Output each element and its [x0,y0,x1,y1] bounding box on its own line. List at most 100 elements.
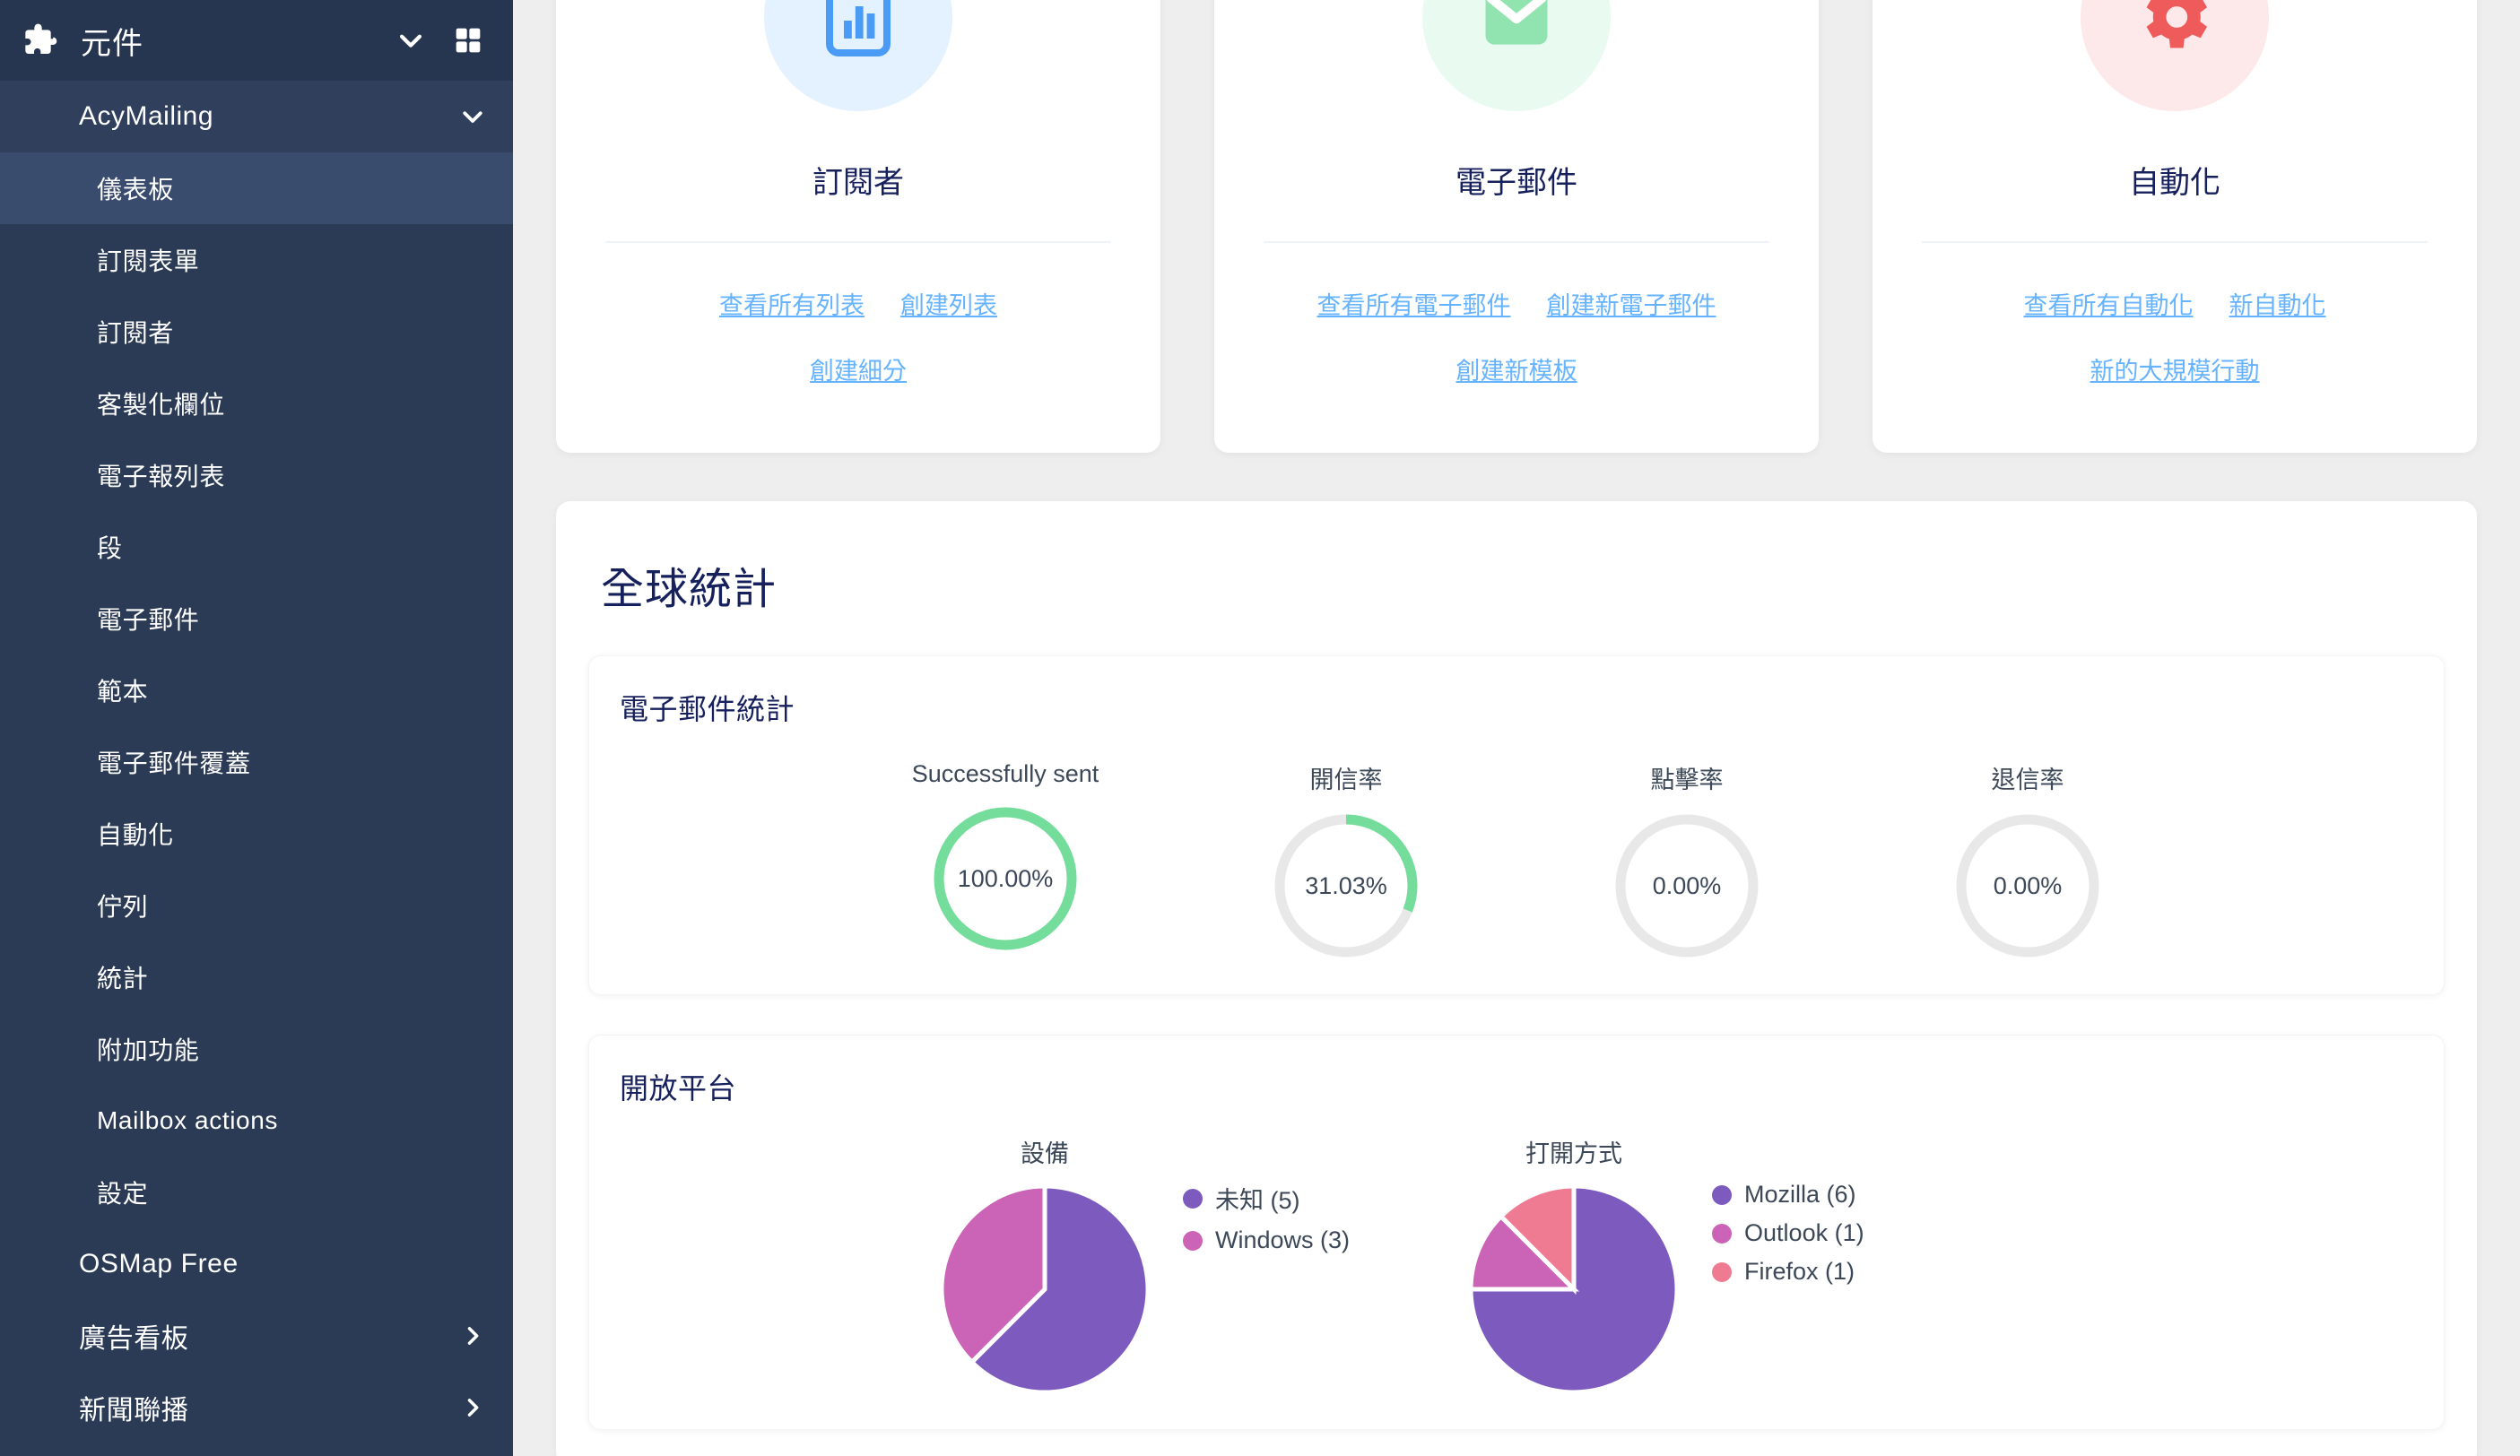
chevron-right-icon [459,1394,486,1421]
card-title: 訂閱者 [812,166,904,200]
card-title: 電子郵件 [1456,166,1577,200]
gauge-value: 31.03% [1305,871,1387,899]
sidebar-item-subscription-forms[interactable]: 訂閱表單 [0,224,513,296]
sidebar-item-label: 訂閱表單 [97,247,200,275]
view-all-automations-link[interactable]: 查看所有自動化 [2024,286,2194,321]
legend-label: Firefox (1) [1744,1258,1855,1285]
sidebar-item-addons[interactable]: 附加功能 [0,1013,513,1085]
sidebar-item-label: 設定 [97,1180,149,1208]
sidebar-item-label: OSMap Free [79,1249,239,1278]
new-mass-action-link[interactable]: 新的大規模行動 [2090,351,2260,386]
sidebar-item-custom-fields[interactable]: 客製化欄位 [0,368,513,439]
gauge-successfully-sent: Successfully sent 100.00% [902,760,1108,962]
sidebar-item-templates[interactable]: 範本 [0,654,513,726]
sidebar-item-label: 自動化 [97,821,174,849]
legend-swatch-icon [1183,1230,1203,1251]
sidebar-header: 元件 [0,0,513,81]
sidebar-item-queue[interactable]: 佇列 [0,870,513,941]
sidebar-item-banners[interactable]: 廣告看板 [0,1300,513,1372]
sidebar-item-automation[interactable]: 自動化 [0,798,513,870]
global-statistics-panel: 全球統計 電子郵件統計 Successfully sent 100.00% 開信… [556,501,2477,1456]
email-statistics-card: 電子郵件統計 Successfully sent 100.00% 開信率 31.… [588,655,2445,995]
sidebar: 元件 AcyMailing 儀表板 訂閱表單 訂閱者 客製化欄位 電子報列表 段… [0,0,513,1456]
sidebar-item-newsletter-lists[interactable]: 電子報列表 [0,439,513,511]
chevron-right-icon [459,1322,486,1349]
card-links-row-1: 查看所有列表 創建列表 [719,286,997,321]
card-title: 自動化 [2129,166,2220,200]
sidebar-item-newsfeeds[interactable]: 新聞聯播 [0,1372,513,1443]
sidebar-item-label: 佇列 [97,893,149,921]
gauge-label: Successfully sent [911,760,1099,787]
pie-title: 設備 [1021,1140,1069,1167]
legend-label: Outlook (1) [1744,1219,1864,1246]
view-all-emails-link[interactable]: 查看所有電子郵件 [1317,286,1511,321]
sidebar-item-osmap-free[interactable]: OSMap Free [0,1228,513,1300]
chart-document-icon [764,0,952,111]
card-links-row-1: 查看所有電子郵件 創建新電子郵件 [1317,286,1716,321]
card-divider [1264,241,1769,243]
open-platform-card: 開放平台 設備 未知 (5) Windows (3) 打開方式 Mozilla … [588,1035,2445,1430]
sidebar-item-dashboard[interactable]: 儀表板 [0,152,513,224]
gauge-value: 100.00% [957,864,1054,892]
chevron-down-icon[interactable] [391,21,430,60]
pie-title: 打開方式 [1525,1140,1623,1167]
create-new-template-link[interactable]: 創建新模板 [1456,351,1577,386]
sidebar-item-label: 電子報列表 [97,463,226,490]
legend-item: Outlook (1) [1712,1219,1864,1247]
sidebar-item-label: 廣告看板 [79,1324,189,1354]
legend-label: 未知 (5) [1215,1187,1300,1214]
card-emails: 電子郵件 查看所有電子郵件 創建新電子郵件 創建新模板 [1214,0,1819,453]
sidebar-item-label: 統計 [97,965,149,992]
card-automation: 自動化 查看所有自動化 新自動化 新的大規模行動 [1873,0,2477,453]
view-all-lists-link[interactable]: 查看所有列表 [719,286,865,321]
sidebar-item-emails[interactable]: 電子郵件 [0,583,513,654]
gauge-click-rate: 點擊率 0.00% [1584,760,1790,962]
legend-swatch-icon [1712,1261,1733,1282]
puzzle-icon [20,20,61,61]
gauge-label: 退信率 [1991,767,2064,793]
sidebar-item-label: 附加功能 [97,1036,200,1064]
open-platform-title: 開放平台 [620,1072,737,1105]
sidebar-item-label: 段 [97,534,123,562]
legend-swatch-icon [1712,1184,1733,1205]
sidebar-item-email-override[interactable]: 電子郵件覆蓋 [0,726,513,798]
sidebar-item-label: 客製化欄位 [97,391,226,419]
sidebar-item-label: Mailbox actions [97,1106,278,1134]
pie-chart-open-method: 打開方式 Mozilla (6) Outlook (1) Firefox (1) [1466,1134,1864,1397]
gauge-bounce-rate: 退信率 0.00% [1925,760,2131,962]
create-segment-link[interactable]: 創建細分 [810,351,907,386]
card-subscribers: 訂閱者 查看所有列表 創建列表 創建細分 [556,0,1160,453]
pie-chart-row: 設備 未知 (5) Windows (3) 打開方式 Mozilla (6) O… [614,1134,2419,1397]
sidebar-item-segments[interactable]: 段 [0,511,513,583]
sidebar-item-label: 新聞聯播 [79,1396,189,1426]
sidebar-group-acymailing[interactable]: AcyMailing [0,81,513,152]
app-root: 元件 AcyMailing 儀表板 訂閱表單 訂閱者 客製化欄位 電子報列表 段… [0,0,2520,1456]
sidebar-title: 元件 [81,26,143,61]
create-list-link[interactable]: 創建列表 [900,286,997,321]
card-links-row-2: 創建新模板 [1456,351,1577,386]
legend-swatch-icon [1712,1223,1733,1244]
legend-label: Mozilla (6) [1744,1181,1856,1208]
new-automation-link[interactable]: 新自動化 [2229,286,2326,321]
sidebar-item-settings[interactable]: 設定 [0,1157,513,1228]
legend-label: Windows (3) [1215,1226,1351,1253]
card-links-row-2: 新的大規模行動 [2090,351,2260,386]
pie-legend-devices: 未知 (5) Windows (3) [1183,1181,1350,1265]
main-content: 訂閱者 查看所有列表 創建列表 創建細分 電子郵件 查看所有電子郵件 創建新電子… [513,0,2520,1456]
donut-gauge-row: Successfully sent 100.00% 開信率 31.03% 點擊率… [614,760,2419,962]
gauge-open-rate: 開信率 31.03% [1243,760,1449,962]
legend-item: Mozilla (6) [1712,1181,1864,1209]
sidebar-item-subscribers[interactable]: 訂閱者 [0,296,513,368]
card-divider [1922,241,2428,243]
sidebar-item-label: 電子郵件 [97,606,200,634]
grid-icon[interactable] [450,22,486,58]
sidebar-item-mailbox-actions[interactable]: Mailbox actions [0,1085,513,1157]
quick-action-cards: 訂閱者 查看所有列表 創建列表 創建細分 電子郵件 查看所有電子郵件 創建新電子… [556,0,2477,453]
create-new-email-link[interactable]: 創建新電子郵件 [1547,286,1716,321]
gear-icon [2081,0,2269,111]
legend-item: Firefox (1) [1712,1258,1864,1286]
envelope-icon [1422,0,1611,111]
pie-svg [1468,1183,1680,1395]
sidebar-item-statistics[interactable]: 統計 [0,941,513,1013]
card-divider [605,241,1111,243]
